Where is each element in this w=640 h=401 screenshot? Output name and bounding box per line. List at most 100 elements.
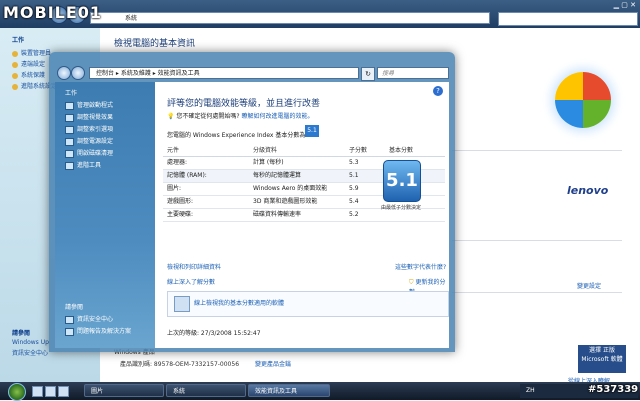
- close-icon[interactable]: ✕: [630, 1, 636, 9]
- learn-scores-online-link[interactable]: 線上深入了解分數: [167, 277, 215, 286]
- header-subscore: 子分數: [349, 147, 368, 154]
- sidebar-item-indexing[interactable]: 調整索引選項: [65, 124, 153, 136]
- software-box-icon: [174, 296, 190, 312]
- address-path: 系統: [125, 15, 138, 22]
- row-rating: Windows Aero 的桌面效能: [253, 185, 328, 192]
- row-rating: 3D 商業和遊戲圖形效能: [253, 198, 318, 205]
- sidebar-head: 工作: [65, 90, 78, 97]
- minimize-icon[interactable]: ▁: [614, 1, 619, 9]
- header-basescore: 基本分數: [389, 147, 414, 154]
- view-print-details-link[interactable]: 檢視和列印詳細資料: [167, 262, 221, 271]
- last-rating-time: 上次的等級: 27/3/2008 15:52:47: [167, 330, 261, 337]
- tools-icon: [65, 161, 74, 170]
- row-subscore: 5.3: [349, 159, 359, 166]
- base-score-tile: 5.1 由最低子分數決定: [381, 156, 421, 228]
- address-bar[interactable]: 系統: [90, 12, 490, 24]
- base-score-value: 5.1: [383, 160, 421, 202]
- sidebar-item-visual-effects[interactable]: 調整視覺效果: [65, 112, 153, 124]
- window-controls[interactable]: ▁ ▢ ✕: [614, 1, 636, 9]
- report-icon: [65, 327, 74, 336]
- magnifier-icon: [65, 125, 74, 134]
- lightbulb-icon: 💡: [167, 113, 175, 120]
- start-button[interactable]: [8, 383, 26, 401]
- row-rating: 每秒的記憶體運算: [253, 172, 302, 179]
- divider: [452, 150, 622, 151]
- software-panel: 線上檢視我的基本分數適用的軟體: [167, 291, 449, 317]
- divider: [452, 240, 622, 241]
- battery-icon: [65, 137, 74, 146]
- change-settings-link[interactable]: 變更設定: [577, 281, 601, 290]
- shield-icon: [65, 315, 74, 324]
- maximize-icon[interactable]: ▢: [621, 1, 628, 9]
- base-score-text: 您電腦的 Windows Experience Index 基本分數為: [167, 132, 306, 139]
- row-component: 遊戲圖形:: [167, 198, 194, 205]
- base-score-caption: 由最低子分數決定: [381, 205, 422, 211]
- refresh-icon[interactable]: ↻: [361, 67, 375, 81]
- shield-icon: [12, 50, 18, 57]
- row-rating: 磁碟資料傳輸速率: [253, 211, 302, 218]
- taskbar-item-system[interactable]: 系統: [166, 384, 246, 397]
- tip-link[interactable]: 瞭解如何改進電腦的效能。: [242, 113, 314, 120]
- row-component: 處理器:: [167, 159, 188, 166]
- base-score-badge: 5.1: [305, 125, 319, 137]
- tip-line: 💡 您不確定從何處開始嗎? 瞭解如何改進電腦的效能。: [167, 111, 314, 120]
- sidebar-item-disk-cleanup[interactable]: 開啟磁碟清理: [65, 148, 153, 160]
- row-rating: 計算 (每秒): [253, 159, 284, 166]
- media-icon[interactable]: [58, 386, 69, 397]
- product-id: 產品識別碼: 89578-OEM-7332157-00056: [120, 361, 240, 368]
- brand-watermark: MOBILE01: [3, 3, 103, 22]
- what-numbers-mean-link[interactable]: 這些數字代表什麼?: [395, 262, 446, 271]
- change-product-key-link[interactable]: 變更產品金鑰: [255, 359, 291, 368]
- show-desktop-icon[interactable]: [32, 386, 43, 397]
- windows-logo: [555, 72, 611, 128]
- shield-icon: [12, 72, 18, 79]
- back-button[interactable]: [57, 66, 71, 80]
- genuine-microsoft-badge: 選擇 正版 Microsoft 軟體: [578, 345, 626, 373]
- row-subscore: 5.4: [349, 198, 359, 205]
- language-indicator[interactable]: ZH: [526, 387, 535, 394]
- address-path: 控制台 ▸ 系統及維護 ▸ 效能資訊及工具: [96, 70, 200, 77]
- performance-window: 控制台 ▸ 系統及維護 ▸ 效能資訊及工具 ↻ 搜尋 工作 管理啟動程式 調整視…: [49, 52, 455, 352]
- software-online-link[interactable]: 線上檢視我的基本分數適用的軟體: [194, 298, 284, 307]
- header-component: 元件: [167, 147, 180, 154]
- sidebar-head: 工作: [12, 37, 25, 44]
- search-input[interactable]: [498, 12, 638, 26]
- forward-button[interactable]: [71, 66, 85, 80]
- lenovo-logo: lenovo: [567, 184, 609, 197]
- address-bar[interactable]: 控制台 ▸ 系統及維護 ▸ 效能資訊及工具: [89, 67, 359, 79]
- monitor-icon: [65, 113, 74, 122]
- search-placeholder: 搜尋: [382, 70, 395, 77]
- taskbar-item-pictures[interactable]: 圖片: [84, 384, 164, 397]
- tasks-sidebar: 工作 管理啟動程式 調整視覺效果 調整索引選項 調整電源設定 開啟磁碟清理 進階…: [55, 82, 155, 348]
- row-subscore: 5.1: [349, 172, 359, 179]
- shield-icon: [12, 61, 18, 68]
- see-also-problem-reports[interactable]: 問題報告及解決方案: [65, 326, 153, 338]
- row-subscore: 5.9: [349, 185, 359, 192]
- app-icon: [65, 101, 74, 110]
- disk-icon: [65, 149, 74, 158]
- row-component: 圖片:: [167, 185, 182, 192]
- sidebar-item-advanced-tools[interactable]: 進階工具: [65, 160, 153, 172]
- sidebar-item-power[interactable]: 調整電源設定: [65, 136, 153, 148]
- post-id-watermark: #537339: [588, 384, 639, 395]
- shield-icon: ⛉: [409, 279, 414, 286]
- help-icon[interactable]: ?: [433, 86, 443, 96]
- see-also-security-center[interactable]: 資訊安全中心: [12, 348, 49, 359]
- see-also-head: 請參閱: [65, 304, 84, 311]
- see-also-head: 請參閱: [12, 330, 31, 337]
- see-also-security-center[interactable]: 資訊安全中心: [65, 314, 153, 326]
- tip-text: 您不確定從何處開始嗎?: [176, 113, 240, 120]
- see-also-windows-update[interactable]: Windows Up: [12, 337, 49, 348]
- shield-icon: [12, 83, 18, 90]
- main-content: ? 評等您的電腦效能等級，並且進行改善 💡 您不確定從何處開始嗎? 瞭解如何改進…: [155, 82, 449, 348]
- taskbar: 圖片 系統 效能資訊及工具 ZH: [0, 382, 640, 401]
- page-title: 檢視電腦的基本資訊: [114, 39, 196, 49]
- ie-icon[interactable]: [45, 386, 56, 397]
- row-component: 主要硬碟:: [167, 211, 194, 218]
- divider: [452, 292, 622, 293]
- row-subscore: 5.2: [349, 211, 359, 218]
- header-rating: 分級資料: [253, 147, 278, 154]
- sidebar-item-startup[interactable]: 管理啟動程式: [65, 100, 153, 112]
- taskbar-item-performance[interactable]: 效能資訊及工具: [248, 384, 330, 397]
- search-input[interactable]: 搜尋: [377, 67, 449, 79]
